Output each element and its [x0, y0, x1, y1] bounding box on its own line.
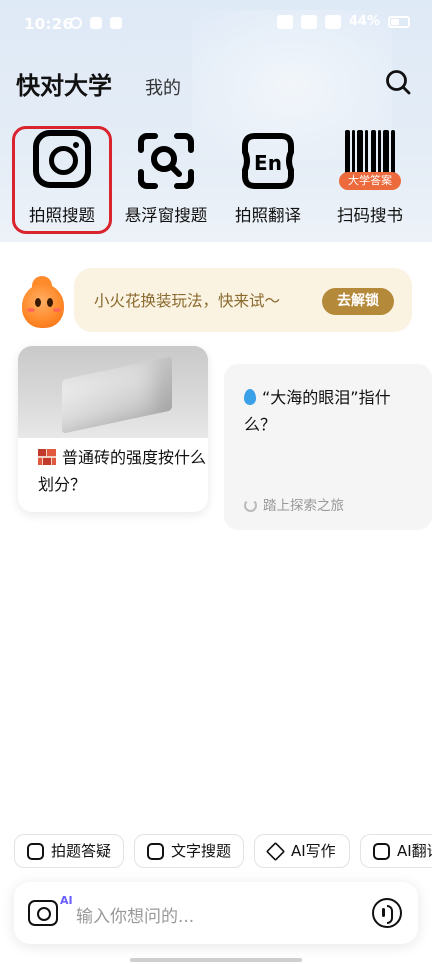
- tool-photo-search[interactable]: 拍照搜题: [12, 126, 112, 234]
- status-right: 44%: [276, 14, 410, 29]
- vibrate-icon: [276, 14, 293, 29]
- message-icon: [110, 17, 122, 29]
- tool-icon-wrap: [31, 130, 93, 192]
- app-header: 快对大学 我的: [0, 62, 432, 106]
- tool-label: 扫码搜书: [337, 206, 403, 225]
- wifi-icon: [324, 14, 341, 29]
- tool-label: 悬浮窗搜题: [124, 206, 208, 225]
- brick-image: [18, 346, 208, 438]
- chip-label: 拍题答疑: [51, 842, 112, 860]
- tab-mine[interactable]: 我的: [145, 74, 181, 100]
- doc-search-icon: [147, 843, 164, 860]
- ask-input-bar[interactable]: AI 输入你想问的...: [14, 882, 418, 944]
- floating-search-icon: [135, 130, 197, 192]
- status-bar: 10:26 44%: [0, 0, 432, 52]
- sync-icon: [70, 17, 82, 29]
- brick-icon: [38, 449, 56, 465]
- tab-home[interactable]: 快对大学: [16, 66, 112, 101]
- voice-icon[interactable]: [372, 898, 402, 928]
- card-question: “大海的眼泪”指什么？: [244, 388, 391, 434]
- camera-icon[interactable]: [28, 900, 58, 926]
- droplet-icon: [244, 389, 256, 405]
- translate-icon: [373, 843, 390, 860]
- chip-label: AI翻译: [397, 842, 432, 860]
- unlock-button[interactable]: 去解锁: [322, 288, 394, 315]
- battery-percent: 44%: [348, 14, 380, 29]
- quick-chips: 拍题答疑 文字搜题 AI写作 AI翻译: [14, 834, 432, 868]
- chip-label: AI写作: [291, 842, 336, 860]
- notification-icons: [70, 17, 122, 29]
- barcode-icon: 大学答案: [339, 130, 401, 190]
- camera-icon: [33, 130, 91, 188]
- search-button[interactable]: [384, 68, 412, 96]
- tool-label: 拍照搜题: [29, 206, 95, 225]
- ai-badge: AI: [60, 894, 73, 907]
- home-indicator[interactable]: [130, 958, 302, 962]
- ask-input[interactable]: 输入你想问的...: [76, 902, 194, 927]
- promo-banner[interactable]: 小火花换装玩法，快来试～ 去解锁: [74, 268, 412, 332]
- battery-icon: [388, 15, 410, 28]
- tool-icon-wrap: 大学答案: [339, 130, 401, 192]
- camera-icon: [27, 843, 44, 860]
- status-time: 10:26: [24, 15, 74, 33]
- question-card[interactable]: “大海的眼泪”指什么？ 踏上探索之旅: [224, 364, 432, 530]
- question-card[interactable]: 普通砖的强度按什么划分？: [18, 346, 208, 512]
- shield-icon: [90, 17, 102, 29]
- chip-ai-write[interactable]: AI写作: [254, 834, 350, 868]
- svg-text:En: En: [254, 151, 282, 175]
- explore-link[interactable]: 踏上探索之旅: [244, 494, 344, 514]
- promo-text: 小火花换装玩法，快来试～: [94, 292, 281, 310]
- mascot-icon[interactable]: [18, 271, 68, 328]
- explore-label: 踏上探索之旅: [263, 498, 344, 514]
- tool-label: 拍照翻译: [235, 206, 301, 225]
- tool-scan-book[interactable]: 大学答案 扫码搜书: [320, 126, 420, 234]
- chip-photo-qa[interactable]: 拍题答疑: [14, 834, 124, 868]
- scan-badge: 大学答案: [339, 172, 401, 190]
- tool-row: 拍照搜题 悬浮窗搜题 En 拍照翻译 大学答案 扫码搜书: [0, 126, 432, 236]
- tool-floating-search[interactable]: 悬浮窗搜题: [116, 126, 216, 234]
- refresh-icon: [244, 499, 257, 512]
- pen-icon: [265, 841, 286, 862]
- chip-text-search[interactable]: 文字搜题: [134, 834, 244, 868]
- chip-label: 文字搜题: [171, 842, 232, 860]
- tool-photo-translate[interactable]: En 拍照翻译: [218, 126, 318, 234]
- search-icon: [386, 70, 411, 95]
- translate-en-icon: En: [237, 130, 299, 192]
- signal-icon: [300, 14, 317, 29]
- card-question: 普通砖的强度按什么划分？: [38, 448, 207, 494]
- chip-ai-translate[interactable]: AI翻译: [360, 834, 432, 868]
